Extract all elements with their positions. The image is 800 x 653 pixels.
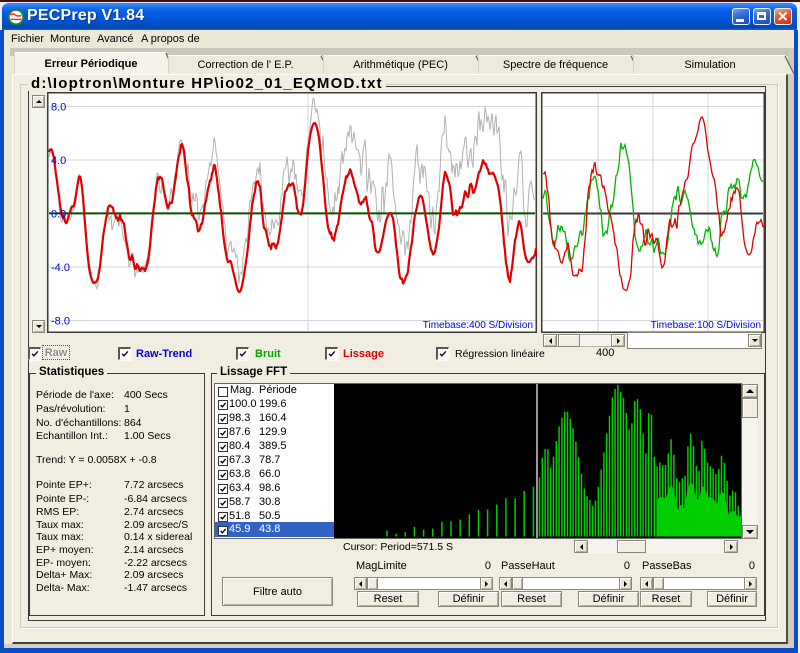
svg-text:-8.0: -8.0 xyxy=(51,315,70,327)
svg-text:8.0: 8.0 xyxy=(51,102,66,114)
svg-text:Timebase:400 S/Division: Timebase:400 S/Division xyxy=(423,320,533,331)
svg-text:0.0: 0.0 xyxy=(51,208,66,220)
svg-text:-4.0: -4.0 xyxy=(51,262,70,274)
svg-text:Timebase:100 S/Division: Timebase:100 S/Division xyxy=(651,320,761,331)
svg-text:4.0: 4.0 xyxy=(51,155,66,167)
